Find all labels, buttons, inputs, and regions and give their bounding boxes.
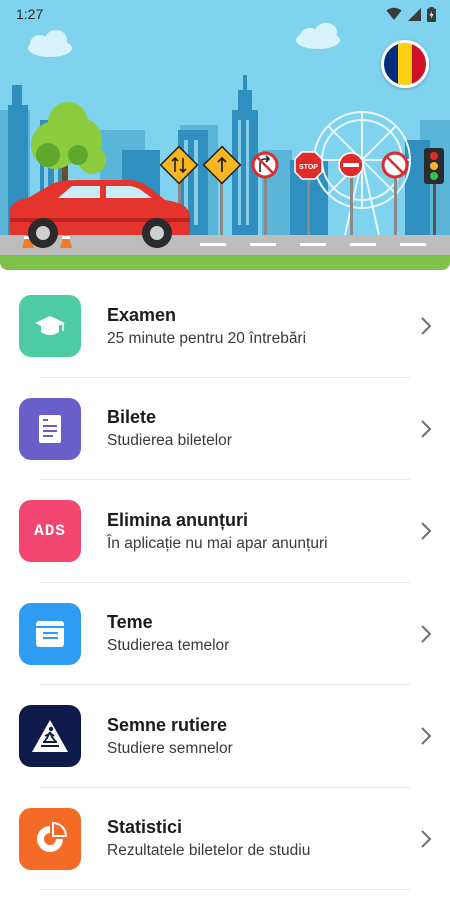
bilete-tile bbox=[19, 397, 81, 460]
menu-item-subtitle: Studierea biletelor bbox=[107, 432, 232, 450]
menu-item-title: Bilete bbox=[107, 407, 157, 428]
chevron-right-icon bbox=[421, 317, 432, 335]
status-icons bbox=[386, 6, 436, 22]
chevron-right-icon bbox=[421, 625, 432, 643]
pedestrian-crossing-icon bbox=[32, 720, 68, 753]
battery-icon bbox=[427, 6, 436, 22]
status-bar: 1:27 bbox=[0, 0, 450, 28]
menu-item-title: Statistici bbox=[107, 817, 183, 838]
wifi-icon bbox=[386, 7, 402, 20]
language-flag-button[interactable] bbox=[381, 40, 429, 88]
statistici-tile bbox=[19, 807, 81, 870]
examen-tile bbox=[19, 295, 81, 358]
graduation-cap-icon bbox=[35, 316, 65, 336]
flag-stripe-red bbox=[412, 43, 426, 85]
flag-stripe-blue bbox=[384, 43, 398, 85]
clock: 1:27 bbox=[16, 6, 44, 22]
menu-item-subtitle: Studiere semnelor bbox=[107, 739, 233, 757]
menu-item-title: Elimina anunțuri bbox=[107, 509, 249, 530]
menu-item-subtitle: Rezultatele biletelor de studiu bbox=[107, 842, 311, 860]
menu-item-subtitle: 25 minute pentru 20 întrebări bbox=[107, 329, 307, 347]
semne-tile bbox=[19, 705, 81, 768]
menu-item-teme[interactable]: Teme Studierea temelor bbox=[0, 583, 450, 685]
chart-icon bbox=[37, 821, 67, 852]
chevron-right-icon bbox=[421, 522, 432, 540]
header-illustration: STOP bbox=[0, 0, 450, 270]
menu-item-subtitle: În aplicație nu mai apar anunțuri bbox=[107, 534, 328, 552]
menu-item-bilete[interactable]: Bilete Studierea biletelor bbox=[0, 378, 450, 480]
menu-item-semne-rutiere[interactable]: Semne rutiere Studiere semnelor bbox=[0, 685, 450, 788]
menu-item-title: Examen bbox=[107, 304, 177, 325]
menu-item-elimina-anunturi[interactable]: ADS Elimina anunțuri În aplicație nu mai… bbox=[0, 480, 450, 583]
menu-item-examen[interactable]: Examen 25 minute pentru 20 întrebări bbox=[0, 275, 450, 378]
menu-item-statistici[interactable]: Statistici Rezultatele biletelor de stud… bbox=[0, 788, 450, 890]
menu-item-title: Semne rutiere bbox=[107, 714, 228, 735]
folder-icon bbox=[36, 620, 64, 647]
main-menu: Examen 25 minute pentru 20 întrebări Bil… bbox=[0, 275, 450, 890]
chevron-right-icon bbox=[421, 420, 432, 438]
cell-signal-icon bbox=[408, 7, 421, 21]
document-icon bbox=[39, 414, 61, 443]
teme-tile bbox=[19, 602, 81, 665]
divider bbox=[40, 889, 410, 890]
flag-stripe-yellow bbox=[398, 43, 412, 85]
svg-text:STOP: STOP bbox=[299, 164, 318, 171]
chevron-right-icon bbox=[421, 727, 432, 745]
chevron-right-icon bbox=[421, 830, 432, 848]
menu-item-subtitle: Studierea temelor bbox=[107, 637, 230, 655]
menu-item-title: Teme bbox=[107, 612, 153, 633]
ads-icon: ADS bbox=[34, 522, 66, 541]
ads-tile: ADS bbox=[19, 500, 81, 563]
